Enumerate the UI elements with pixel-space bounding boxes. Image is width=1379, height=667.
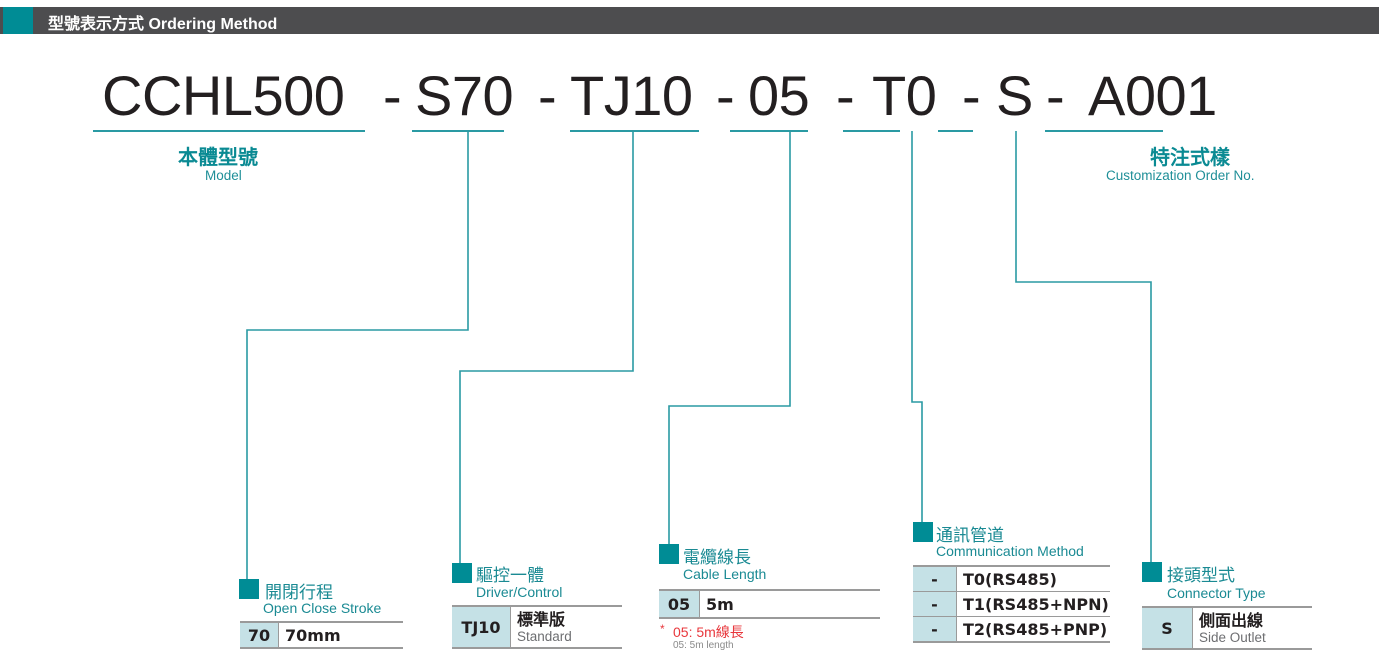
option-code: - [913,566,957,592]
option-value-en: Side Outlet [1199,629,1266,645]
caption-custom-en: Customization Order No. [1106,168,1255,183]
code-separator: - [383,64,402,127]
underline-model [93,130,365,132]
table-row: - T0(RS485) [913,566,1110,592]
cable-note-zh: 05: 5m線長 [673,624,744,640]
option-value: T2(RS485+PNP) [956,616,1110,642]
table-row: 05 5m [659,590,880,618]
option-code: - [913,616,957,642]
underline-cable [730,130,808,132]
cable-options-table: 05 5m [659,589,880,619]
teal-square-icon [239,579,259,599]
header-accent-block [3,7,33,34]
driver-options-table: TJ10 標準版 Standard [452,605,622,649]
table-row: S 側面出線 Side Outlet [1142,607,1312,649]
connector-label-en: Connector Type [1167,585,1266,601]
underline-driver [570,130,699,132]
table-row: - T2(RS485+PNP) [913,616,1110,642]
option-code: 05 [659,590,700,618]
connector-connector [1015,131,1152,565]
option-value: T0(RS485) [963,569,1057,589]
section-header: 型號表示方式 Ordering Method [0,7,1379,34]
option-value: 標準版 Standard [511,606,623,648]
option-code: - [913,591,957,617]
option-value: T1(RS485+NPN) [956,591,1110,617]
cable-label-en: Cable Length [683,566,767,582]
caption-model-zh: 本體型號 [178,147,258,169]
connector-comm [911,131,923,523]
connector-label-zh: 接頭型式 [1167,566,1235,585]
code-separator: - [538,64,557,127]
section-title: 型號表示方式 Ordering Method [48,16,278,33]
table-row: TJ10 標準版 Standard [452,606,622,648]
teal-square-icon [913,522,933,542]
driver-label-zh: 驅控一體 [476,566,544,585]
underline-custom [1045,130,1163,132]
cable-note-en: 05: 5m length [673,640,734,651]
note-asterisk: * [660,622,665,636]
option-value: 70mm [285,625,341,645]
option-value-zh: 標準版 [517,609,566,629]
code-separator: - [716,64,735,127]
option-code: S [1142,607,1193,649]
caption-model-en: Model [205,168,242,183]
option-value-zh: 側面出線 [1199,610,1264,630]
code-separator: - [962,64,981,127]
code-separator: - [836,64,855,127]
underline-comm [843,130,900,132]
connector-driver [459,131,634,565]
table-row: 70 70mm [240,622,403,648]
code-driver: TJ10 [570,64,693,127]
underline-connector [938,130,973,132]
connector-options-table: S 側面出線 Side Outlet [1142,606,1312,650]
teal-square-icon [1142,562,1162,582]
cable-label-zh: 電纜線長 [683,548,751,567]
option-code: 70 [240,622,279,648]
connector-stroke [246,131,469,582]
code-model: CCHL500 [102,64,345,127]
option-value: 側面出線 Side Outlet [1193,607,1313,649]
teal-square-icon [452,563,472,583]
code-connector: S [996,64,1033,127]
teal-square-icon [659,544,679,564]
connector-cable [668,131,791,546]
code-custom: A001 [1088,64,1217,127]
option-value-en: Standard [517,628,572,644]
stroke-options-table: 70 70mm [240,621,403,649]
comm-label-en: Communication Method [936,543,1084,559]
stroke-label-en: Open Close Stroke [263,600,382,616]
code-stroke: S70 [415,64,514,127]
driver-label-en: Driver/Control [476,584,563,600]
table-row: - T1(RS485+NPN) [913,591,1110,617]
code-separator: - [1046,64,1065,127]
option-value: 5m [706,594,734,614]
option-code: TJ10 [452,606,511,648]
caption-custom-zh: 特注式樣 [1150,147,1230,169]
code-cable: 05 [748,64,810,127]
comm-options-table: - T0(RS485) - T1(RS485+NPN) - T2(RS485+P… [913,565,1110,643]
underline-stroke [412,130,504,132]
code-comm: T0 [872,64,937,127]
